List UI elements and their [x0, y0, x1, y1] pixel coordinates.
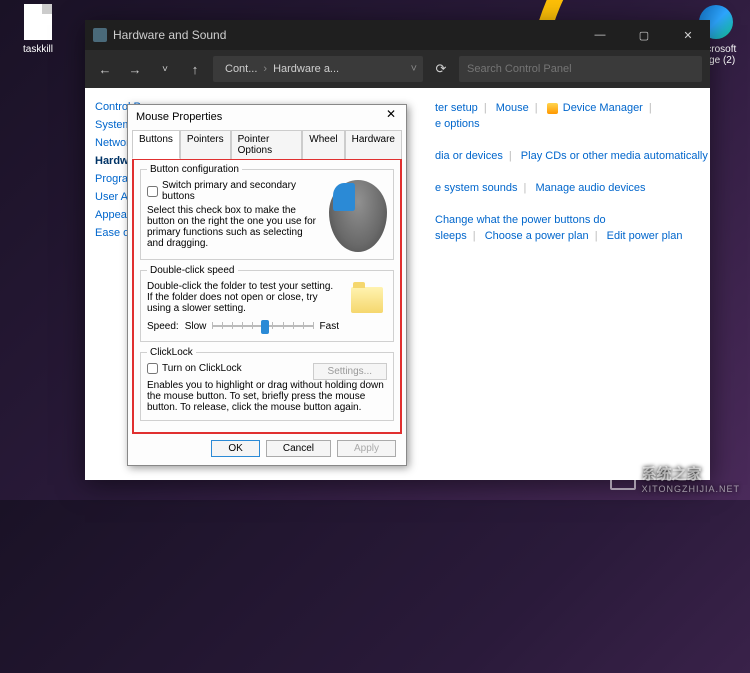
switch-buttons-checkbox[interactable]	[147, 186, 158, 197]
switch-buttons-label: Switch primary and secondary buttons	[162, 180, 321, 202]
tab-pointers[interactable]: Pointers	[180, 130, 231, 159]
fast-label: Fast	[320, 321, 339, 332]
dialog-title: Mouse Properties	[136, 111, 222, 123]
tab-hardware[interactable]: Hardware	[345, 130, 402, 159]
mouse-preview-icon	[329, 180, 387, 252]
minimize-button[interactable]: —	[578, 20, 622, 50]
speed-label: Speed:	[147, 321, 179, 332]
link-device-manager[interactable]: Device Manager	[563, 102, 643, 114]
chevron-down-icon[interactable]: ˅	[411, 63, 417, 75]
window-title: Hardware and Sound	[113, 28, 226, 42]
slider-thumb[interactable]	[261, 320, 269, 334]
double-click-speed-slider[interactable]	[212, 318, 313, 334]
link-system-sounds[interactable]: e system sounds	[435, 182, 518, 194]
double-click-group: Double-click speed Double-click the fold…	[140, 265, 394, 342]
house-icon	[610, 468, 636, 490]
refresh-button[interactable]: ⟳	[429, 61, 453, 77]
link-printer-setup[interactable]: ter setup	[435, 102, 478, 114]
double-click-desc: Double-click the folder to test your set…	[147, 281, 339, 314]
group-legend: ClickLock	[147, 347, 196, 358]
watermark-text: 系统之家	[642, 466, 702, 483]
group-legend: Button configuration	[147, 164, 242, 175]
breadcrumb-item[interactable]: Hardware a...	[273, 63, 339, 75]
shield-icon	[547, 103, 558, 114]
search-input[interactable]	[459, 56, 702, 82]
link-power-buttons[interactable]: Change what the power buttons do	[435, 214, 606, 226]
link-options[interactable]: e options	[435, 118, 480, 130]
dialog-title-bar[interactable]: Mouse Properties ✕	[128, 105, 406, 129]
chevron-right-icon: ›	[263, 63, 267, 75]
control-panel-icon	[93, 28, 107, 42]
watermark-url: XITONGZHIJIA.NET	[642, 484, 740, 494]
ok-button[interactable]: OK	[211, 440, 259, 457]
clicklock-group: ClickLock Settings... Turn on ClickLock …	[140, 347, 394, 421]
tab-buttons[interactable]: Buttons	[132, 130, 180, 159]
link-audio-devices[interactable]: Manage audio devices	[535, 182, 645, 194]
close-button[interactable]: ✕	[666, 20, 710, 50]
cancel-button[interactable]: Cancel	[266, 440, 331, 457]
link-sleeps[interactable]: sleeps	[435, 230, 467, 242]
title-bar: Hardware and Sound — ▢ ✕	[85, 20, 710, 50]
up-button[interactable]: ↑	[183, 62, 207, 77]
folder-icon[interactable]	[351, 287, 383, 313]
desktop-icon-label: taskkill	[8, 44, 68, 55]
link-mouse[interactable]: Mouse	[496, 102, 529, 114]
dialog-close-button[interactable]: ✕	[378, 107, 404, 127]
back-button[interactable]: ←	[93, 62, 117, 77]
watermark: 系统之家 XITONGZHIJIA.NET	[610, 463, 740, 494]
breadcrumb[interactable]: Cont... › Hardware a... ˅	[213, 56, 423, 82]
link-edit-plan[interactable]: Edit power plan	[607, 230, 683, 242]
link-choose-plan[interactable]: Choose a power plan	[485, 230, 589, 242]
apply-button: Apply	[337, 440, 396, 457]
clicklock-settings-button: Settings...	[313, 363, 387, 380]
clicklock-label: Turn on ClickLock	[162, 363, 242, 374]
desktop-icon-taskkill[interactable]: taskkill	[8, 4, 68, 55]
file-icon	[24, 4, 52, 40]
nav-bar: ← → ˅ ↑ Cont... › Hardware a... ˅ ⟳	[85, 50, 710, 88]
group-legend: Double-click speed	[147, 265, 238, 276]
button-config-desc: Select this check box to make the button…	[147, 205, 321, 249]
mouse-properties-dialog: Mouse Properties ✕ Buttons Pointers Poin…	[127, 104, 407, 466]
clicklock-desc: Enables you to highlight or drag without…	[147, 380, 387, 413]
tab-body: Button configuration Switch primary and …	[132, 158, 402, 434]
link-play-cds[interactable]: Play CDs or other media automatically	[521, 150, 708, 162]
recent-dropdown[interactable]: ˅	[153, 64, 177, 75]
tab-strip: Buttons Pointers Pointer Options Wheel H…	[128, 129, 406, 158]
slow-label: Slow	[185, 321, 207, 332]
tab-wheel[interactable]: Wheel	[302, 130, 344, 159]
dialog-button-row: OK Cancel Apply	[128, 434, 406, 465]
breadcrumb-item[interactable]: Cont...	[225, 63, 257, 75]
clicklock-checkbox[interactable]	[147, 363, 158, 374]
link-media-devices[interactable]: dia or devices	[435, 150, 503, 162]
button-configuration-group: Button configuration Switch primary and …	[140, 164, 394, 260]
forward-button[interactable]: →	[123, 62, 147, 77]
maximize-button[interactable]: ▢	[622, 20, 666, 50]
tab-pointer-options[interactable]: Pointer Options	[231, 130, 303, 159]
